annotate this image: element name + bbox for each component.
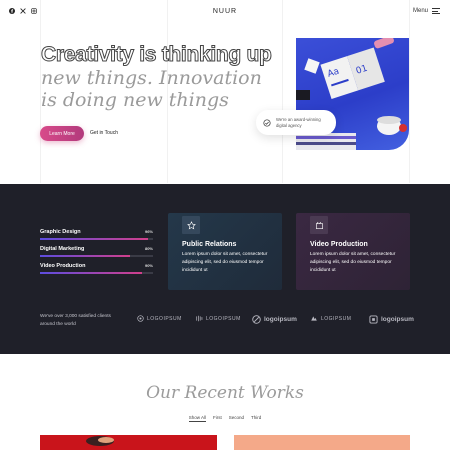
video-icon bbox=[310, 216, 328, 234]
tab-third[interactable]: Third bbox=[251, 415, 261, 422]
works-filter-tabs: Show All First Second Third bbox=[0, 415, 450, 422]
service-card-public-relations[interactable]: Public Relations Lorem ipsum dolor sit a… bbox=[168, 213, 282, 290]
service-text: Lorem ipsum dolor sit amet, consectetur … bbox=[310, 252, 396, 273]
client-logo: LOGOIPSUM bbox=[196, 315, 241, 322]
service-title: Public Relations bbox=[182, 241, 237, 248]
hero-subheadline: new things. Innovation is doing new thin… bbox=[41, 67, 262, 111]
skill-video-production: Video Production 90% bbox=[40, 263, 153, 274]
tab-first[interactable]: First bbox=[213, 415, 222, 422]
work-thumbnail[interactable] bbox=[40, 435, 217, 450]
service-card-video-production[interactable]: Video Production Lorem ipsum dolor sit a… bbox=[296, 213, 410, 290]
hero-headline: Creativity is thinking up bbox=[41, 43, 273, 67]
client-logo: logoipsum bbox=[369, 315, 414, 324]
skill-bar-fill bbox=[40, 272, 142, 274]
menu-label: Menu bbox=[412, 8, 428, 14]
skill-bar bbox=[40, 238, 153, 240]
skill-percent: 80% bbox=[144, 246, 153, 251]
client-logo-text: logoipsum bbox=[264, 316, 297, 323]
skill-graphic-design: Graphic Design 96% bbox=[40, 229, 153, 240]
learn-more-button[interactable]: Learn More bbox=[40, 126, 84, 141]
client-logo-text: LOGIPSUM bbox=[321, 315, 352, 322]
client-logo-mark-icon bbox=[252, 315, 261, 324]
skill-percent: 90% bbox=[144, 263, 153, 268]
service-title: Video Production bbox=[310, 241, 368, 248]
skill-bar bbox=[40, 255, 153, 257]
client-logo-text: logoipsum bbox=[381, 316, 414, 323]
check-badge-icon bbox=[263, 118, 271, 127]
client-logo-text: LOGOIPSUM bbox=[206, 315, 241, 322]
client-logo: LOGOIPSUM bbox=[137, 315, 182, 322]
skill-bar bbox=[40, 272, 153, 274]
tab-second[interactable]: Second bbox=[229, 415, 244, 422]
client-logo-mark-icon bbox=[311, 316, 317, 321]
star-icon bbox=[182, 216, 200, 234]
client-logo-mark-icon bbox=[196, 315, 203, 322]
service-text: Lorem ipsum dolor sit amet, consectetur … bbox=[182, 252, 268, 273]
client-logo-text: LOGOIPSUM bbox=[147, 315, 182, 322]
tab-show-all[interactable]: Show All bbox=[188, 415, 206, 422]
client-logo-mark-icon bbox=[369, 315, 378, 324]
clients-text: We've over 3,000 satisfied clients aroun… bbox=[40, 314, 111, 327]
skill-label: Video Production bbox=[40, 263, 86, 269]
client-logo-mark-icon bbox=[137, 315, 144, 322]
hamburger-icon bbox=[432, 8, 440, 14]
skill-label: Digital Marketing bbox=[40, 246, 85, 252]
get-in-touch-link[interactable]: Get in Touch bbox=[90, 130, 118, 136]
skill-bar-fill bbox=[40, 238, 149, 240]
recent-works-title: Our Recent Works bbox=[146, 383, 304, 403]
award-text: We're an award-winning digital agency bbox=[276, 116, 321, 128]
skill-label: Graphic Design bbox=[40, 229, 81, 235]
award-badge: We're an award-winning digital agency bbox=[256, 110, 336, 135]
skill-percent: 96% bbox=[144, 229, 153, 234]
menu-button[interactable]: Menu bbox=[413, 8, 440, 14]
client-logo: logoipsum bbox=[252, 315, 297, 324]
skill-bar-fill bbox=[40, 255, 131, 257]
work-thumbnail[interactable] bbox=[234, 435, 410, 450]
site-logo[interactable]: NUUR bbox=[0, 8, 450, 15]
client-logo: LOGIPSUM bbox=[310, 315, 351, 322]
skill-digital-marketing: Digital Marketing 80% bbox=[40, 246, 153, 257]
